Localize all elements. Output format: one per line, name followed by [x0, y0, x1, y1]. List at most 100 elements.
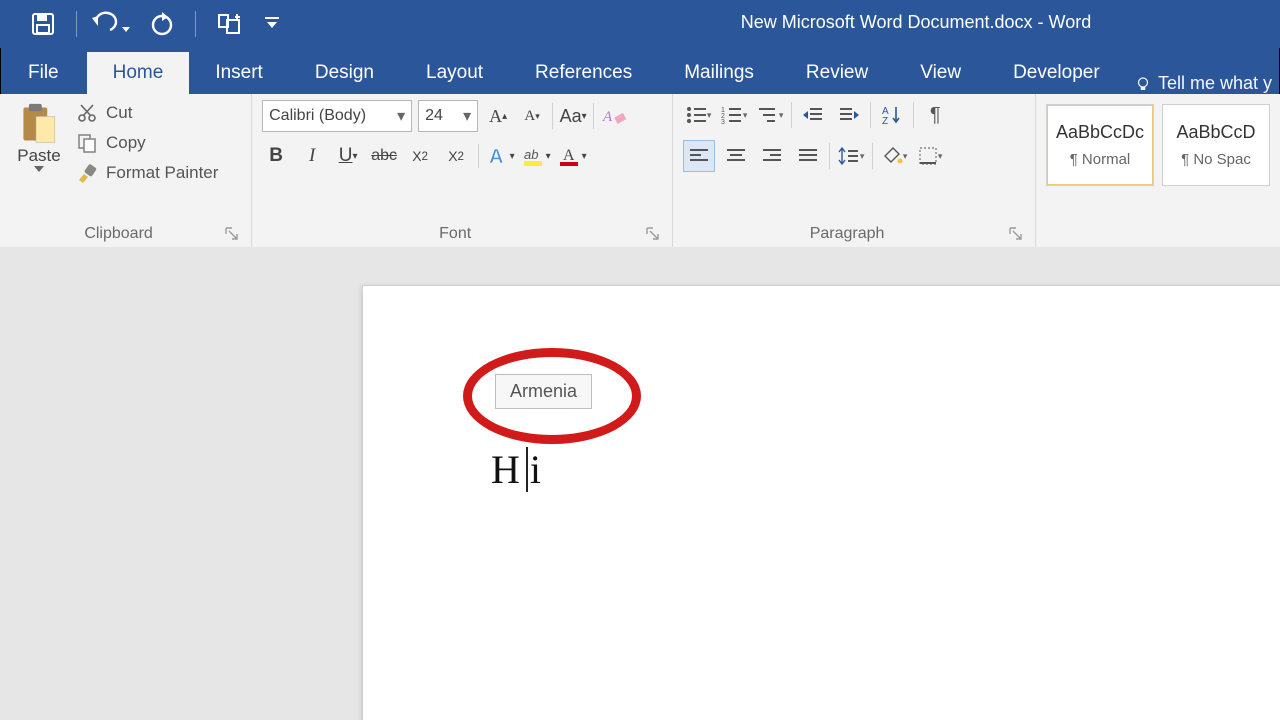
paste-label: Paste	[17, 146, 60, 166]
separator	[76, 11, 77, 37]
multilevel-list-button[interactable]: ▾	[755, 100, 785, 130]
workspace: Armenia Hi	[0, 247, 1280, 720]
strikethrough-button[interactable]: abc	[370, 142, 398, 170]
justify-button[interactable]	[793, 141, 823, 171]
cut-button[interactable]: Cut	[76, 102, 218, 124]
group-paragraph: ▾ 123▾ ▾ AZ ¶ ▾	[673, 94, 1036, 247]
tab-home[interactable]: Home	[87, 52, 190, 94]
style-normal[interactable]: AaBbCcDc ¶ Normal	[1046, 104, 1154, 186]
font-color-button[interactable]: A▾	[559, 142, 587, 170]
text-cursor	[526, 447, 528, 492]
grow-font-button[interactable]: A▴	[484, 101, 512, 131]
copy-icon	[76, 132, 98, 154]
italic-button[interactable]: I	[298, 142, 326, 170]
group-label-clipboard: Clipboard	[84, 225, 152, 243]
group-label-paragraph: Paragraph	[810, 225, 885, 243]
borders-icon	[918, 146, 938, 166]
cut-label: Cut	[106, 103, 132, 123]
format-painter-label: Format Painter	[106, 163, 218, 183]
numbering-button[interactable]: 123▾	[719, 100, 749, 130]
tab-references[interactable]: References	[509, 52, 658, 94]
undo-button[interactable]	[91, 5, 129, 43]
save-button[interactable]	[24, 5, 62, 43]
change-case-button[interactable]: Aa ▾	[559, 101, 587, 131]
dialog-launcher-icon[interactable]	[225, 227, 239, 241]
copy-label: Copy	[106, 133, 146, 153]
shrink-font-button[interactable]: A▾	[518, 101, 546, 131]
paste-icon	[18, 102, 60, 146]
tab-developer[interactable]: Developer	[987, 52, 1126, 94]
eraser-icon: A	[603, 105, 625, 127]
title-bar: New Microsoft Word Document.docx - Word	[0, 0, 1280, 48]
tab-insert[interactable]: Insert	[189, 52, 289, 94]
font-color-icon: A	[560, 145, 582, 167]
copy-button[interactable]: Copy	[76, 132, 218, 154]
group-styles: AaBbCcDc ¶ Normal AaBbCcD ¶ No Spac	[1036, 94, 1280, 247]
paste-button[interactable]: Paste	[10, 100, 68, 184]
group-label-font: Font	[439, 225, 471, 243]
undo-dropdown-icon[interactable]	[122, 27, 130, 32]
text-effects-icon: A	[488, 145, 510, 167]
redo-button[interactable]	[143, 5, 181, 43]
group-font: Calibri (Body) ▾ 24 ▾ A▴ A▾ Aa ▾ A B	[252, 94, 673, 247]
highlighter-icon: ab	[524, 145, 546, 167]
chevron-down-icon[interactable]	[34, 166, 44, 172]
clear-formatting-button[interactable]: A	[600, 101, 628, 131]
align-center-button[interactable]	[721, 141, 751, 171]
align-right-button[interactable]	[757, 141, 787, 171]
format-painter-button[interactable]: Format Painter	[76, 162, 218, 184]
decrease-indent-button[interactable]	[798, 100, 828, 130]
ribbon-tabs: File Home Insert Design Layout Reference…	[0, 48, 1280, 94]
separator	[195, 11, 196, 37]
show-marks-button[interactable]: ¶	[920, 100, 950, 130]
scissors-icon	[76, 102, 98, 124]
customize-qat-button[interactable]	[262, 5, 282, 43]
tab-layout[interactable]: Layout	[400, 52, 509, 94]
bold-button[interactable]: B	[262, 142, 290, 170]
style-sample: AaBbCcDc	[1056, 122, 1144, 143]
tab-view[interactable]: View	[894, 52, 987, 94]
underline-button[interactable]: U ▾	[334, 142, 362, 170]
document-page[interactable]: Armenia Hi	[362, 285, 1280, 720]
style-name: ¶ Normal	[1070, 151, 1131, 168]
touch-mode-button[interactable]	[210, 5, 248, 43]
font-size-value: 24	[425, 107, 443, 125]
line-spacing-button[interactable]: ▾	[836, 141, 866, 171]
quick-access-toolbar	[0, 5, 282, 43]
highlight-button[interactable]: ab▾	[523, 142, 551, 170]
word-window: New Microsoft Word Document.docx - Word …	[0, 0, 1280, 720]
style-no-spacing[interactable]: AaBbCcD ¶ No Spac	[1162, 104, 1270, 186]
bullets-button[interactable]: ▾	[683, 100, 713, 130]
borders-button[interactable]: ▾	[915, 141, 945, 171]
increase-indent-button[interactable]	[834, 100, 864, 130]
paintbrush-icon	[76, 162, 98, 184]
text-effects-button[interactable]: A▾	[487, 142, 515, 170]
chevron-down-icon[interactable]: ▾	[397, 106, 405, 126]
font-name-value: Calibri (Body)	[269, 107, 366, 125]
tell-me-label: Tell me what y	[1158, 73, 1272, 94]
svg-text:ab: ab	[524, 147, 538, 162]
font-size-combo[interactable]: 24 ▾	[418, 100, 478, 132]
group-clipboard: Paste Cut Copy	[0, 94, 252, 247]
annotation-circle	[463, 348, 641, 444]
tab-mailings[interactable]: Mailings	[658, 52, 780, 94]
font-name-combo[interactable]: Calibri (Body) ▾	[262, 100, 412, 132]
chevron-down-icon[interactable]: ▾	[463, 106, 471, 126]
superscript-button[interactable]: X2	[442, 142, 470, 170]
tab-design[interactable]: Design	[289, 52, 400, 94]
dialog-launcher-icon[interactable]	[1009, 227, 1023, 241]
tell-me-search[interactable]: Tell me what y	[1134, 73, 1280, 94]
tab-review[interactable]: Review	[780, 52, 894, 94]
dialog-launcher-icon[interactable]	[646, 227, 660, 241]
shading-button[interactable]: ▾	[879, 141, 909, 171]
sort-button[interactable]: AZ	[877, 100, 907, 130]
svg-text:A: A	[563, 147, 575, 164]
svg-text:A: A	[602, 109, 613, 125]
tab-file[interactable]: File	[0, 52, 87, 94]
subscript-button[interactable]: X2	[406, 142, 434, 170]
style-sample: AaBbCcD	[1176, 122, 1255, 143]
style-name: ¶ No Spac	[1181, 151, 1251, 168]
align-left-button[interactable]	[683, 140, 715, 172]
svg-text:3: 3	[721, 119, 725, 126]
svg-text:A: A	[489, 146, 503, 168]
